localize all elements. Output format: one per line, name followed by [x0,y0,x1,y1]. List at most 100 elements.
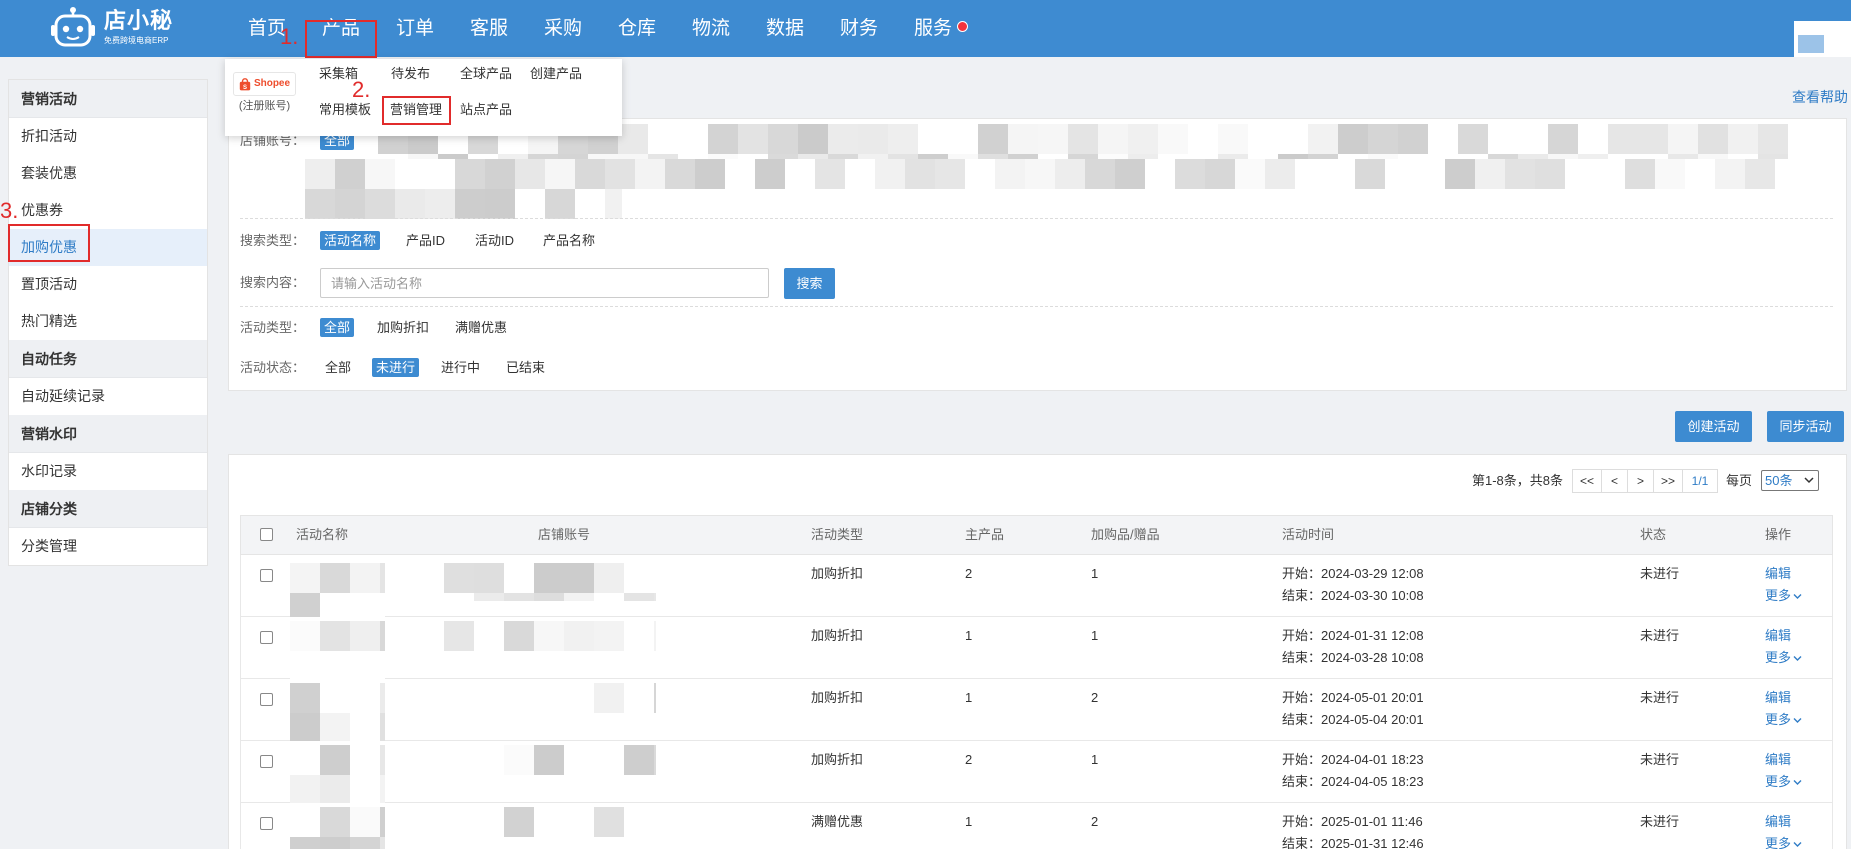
mosaic-cell [444,593,474,601]
edit-link[interactable]: 编辑 [1765,627,1791,645]
shopee-label: Shopee [253,78,291,89]
sidebar-item-discount[interactable]: 折扣活动 [9,118,207,155]
search-content-label: 搜索内容： [240,275,306,290]
search-type-activity-id[interactable]: 活动ID [475,231,514,250]
nav-item-customer-service[interactable]: 客服 [452,0,526,57]
column-add-on-gift: 加购品/赠品 [1091,527,1160,542]
mosaic-cell [654,593,656,601]
mosaic-cell [1145,159,1175,189]
more-dropdown[interactable]: 更多 [1765,587,1802,605]
more-dropdown[interactable]: 更多 [1765,711,1802,729]
sidebar-item-bundle-deal[interactable]: 套装优惠 [9,155,207,192]
nav-item-purchase[interactable]: 采购 [526,0,600,57]
sidebar: 营销活动 折扣活动 套装优惠 优惠券 加购优惠 置顶活动 热门精选 自动任务 自… [8,79,208,566]
nav-item-order[interactable]: 订单 [378,0,452,57]
status-text: 未进行 [1640,690,1680,705]
help-link[interactable]: 查看帮助 [1792,88,1848,106]
mosaic-cell [1698,124,1728,154]
pagination-first-button[interactable]: << [1572,469,1602,493]
mosaic-cell [1085,159,1115,189]
mosaic-cell [474,563,504,593]
search-input[interactable] [320,268,769,298]
end-time: 结束：2024-05-04 20:01 [1282,712,1424,727]
more-dropdown[interactable]: 更多 [1765,773,1802,791]
mosaic-cell [594,621,624,651]
shopee-logo[interactable]: S Shopee [233,72,296,96]
logo-tagline: 免费跨境电商ERP [104,36,169,45]
select-all-checkbox[interactable] [260,528,273,541]
sidebar-item-category-manage[interactable]: 分类管理 [9,528,207,565]
mosaic-cell [1008,124,1038,154]
account-widget[interactable] [1794,21,1851,57]
nav-item-finance[interactable]: 财务 [822,0,896,57]
chevron-down-icon [1793,655,1802,661]
pagination-summary: 第1-8条，共8条 [1472,473,1564,488]
sidebar-item-watermark-log[interactable]: 水印记录 [9,453,207,490]
more-label: 更多 [1765,650,1792,665]
blurred-activity-name [290,683,385,741]
logo-name[interactable]: 店小秘 [104,8,173,34]
search-type-product-name[interactable]: 产品名称 [543,231,595,250]
step-annotation-2: 2. [352,77,371,102]
sidebar-item-top-picks[interactable]: 热门精选 [9,303,207,340]
activity-type-gift-with-purchase[interactable]: 满赠优惠 [455,318,507,337]
mosaic-cell [1025,159,1055,189]
activity-status-label: 活动状态： [240,360,306,375]
pagination-last-button[interactable]: >> [1653,469,1683,493]
mosaic-cell [1578,124,1608,154]
menu-link-site-products[interactable]: 站点产品 [460,102,512,118]
divider [240,306,1833,307]
mosaic-cell [380,621,385,651]
activity-type-all[interactable]: 全部 [320,318,355,337]
row-checkbox[interactable] [260,631,273,644]
nav-item-logistics[interactable]: 物流 [674,0,748,57]
mosaic-cell [798,124,828,154]
pagination-prev-button[interactable]: < [1601,469,1628,493]
activity-status-all[interactable]: 全部 [325,358,351,377]
row-checkbox[interactable] [260,693,273,706]
edit-link[interactable]: 编辑 [1765,565,1791,583]
row-checkbox[interactable] [260,569,273,582]
menu-link-templates[interactable]: 常用模板 [319,102,371,118]
edit-link[interactable]: 编辑 [1765,751,1791,769]
more-dropdown[interactable]: 更多 [1765,837,1802,849]
mosaic-cell [305,159,335,189]
activity-status-ongoing[interactable]: 进行中 [441,358,480,377]
nav-item-warehouse[interactable]: 仓库 [600,0,674,57]
blurred-shop-account [444,563,656,601]
row-checkbox[interactable] [260,755,273,768]
nav-item-data[interactable]: 数据 [748,0,822,57]
per-page-select[interactable]: 50条 [1761,470,1819,491]
edit-link[interactable]: 编辑 [1765,813,1791,831]
mosaic-cell [290,745,320,775]
sidebar-item-auto-renew-log[interactable]: 自动延续记录 [9,378,207,415]
activity-type-add-on-discount[interactable]: 加购折扣 [377,318,429,337]
menu-link-pending-publish[interactable]: 待发布 [391,66,430,82]
mosaic-cell [380,593,385,619]
search-type-activity-name[interactable]: 活动名称 [320,231,381,250]
mosaic-cell [534,683,564,713]
mosaic-cell [564,593,594,601]
mosaic-cell [504,563,534,593]
mosaic-cell [474,683,504,713]
row-checkbox[interactable] [260,817,273,830]
register-account-link[interactable]: (注册账号) [233,100,296,113]
per-page-value: 50条 [1765,473,1793,488]
robot-icon[interactable] [50,6,96,50]
more-dropdown[interactable]: 更多 [1765,649,1802,667]
menu-link-create-product[interactable]: 创建产品 [530,66,582,82]
mosaic-cell [380,651,385,679]
search-button[interactable]: 搜索 [784,268,835,299]
menu-link-global-products[interactable]: 全球产品 [460,66,512,82]
sidebar-item-boost[interactable]: 置顶活动 [9,266,207,303]
mosaic-cell [1128,124,1158,154]
blurred-shop-account [444,621,656,651]
search-type-product-id[interactable]: 产品ID [406,231,445,250]
edit-link[interactable]: 编辑 [1765,689,1791,707]
activity-status-not-started[interactable]: 未进行 [372,358,420,377]
pagination-next-button[interactable]: > [1627,469,1654,493]
create-activity-button[interactable]: 创建活动 [1675,411,1752,442]
activity-status-ended[interactable]: 已结束 [506,358,545,377]
sync-activity-button[interactable]: 同步活动 [1767,411,1844,442]
sidebar-section-marketing: 营销活动 [9,80,207,118]
